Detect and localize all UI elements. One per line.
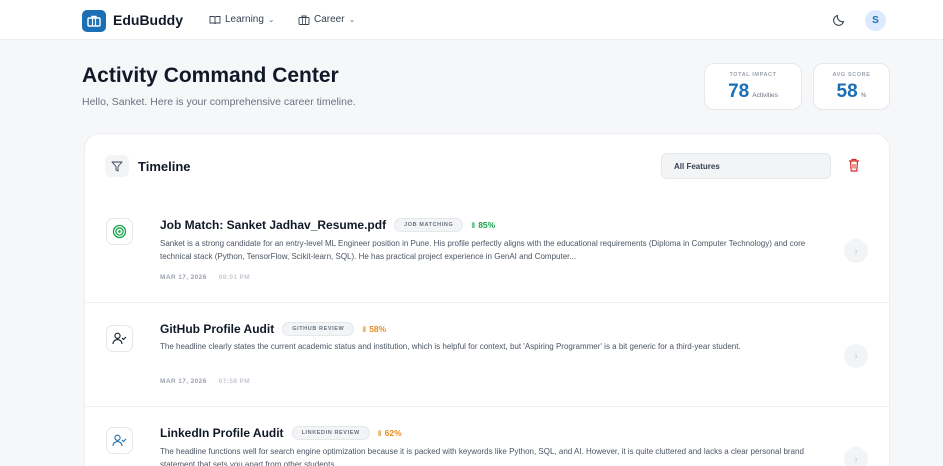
stat-label: TOTAL IMPACT: [729, 72, 777, 78]
stat-card-avg-score: AVG SCORE 58%: [813, 63, 890, 110]
item-score: ▮ 58%: [362, 324, 386, 334]
item-date: MAR 17, 2026: [160, 378, 207, 385]
target-icon: [106, 218, 133, 245]
avatar[interactable]: S: [865, 10, 886, 31]
logo-icon[interactable]: [82, 10, 106, 32]
feature-filter-select[interactable]: All Features: [661, 153, 831, 179]
item-time: 08:01 PM: [218, 274, 251, 281]
item-title-row: Job Match: Sanket Jadhav_Resume.pdf JOB …: [160, 218, 495, 232]
item-description: The headline clearly states the current …: [160, 342, 741, 351]
briefcase-icon: [298, 15, 310, 25]
stat-label: AVG SCORE: [832, 72, 871, 78]
item-title-row: LinkedIn Profile Audit LINKEDIN REVIEW ▮…: [160, 426, 402, 440]
stat-unit: Activities: [752, 92, 778, 99]
item-description: Sanket is a strong candidate for an entr…: [160, 239, 806, 261]
item-date: MAR 17, 2026: [160, 274, 207, 281]
chevron-right-icon[interactable]: ›: [844, 239, 868, 263]
page-title: Activity Command Center: [82, 64, 339, 87]
stat-card-total-impact: TOTAL IMPACT 78 Activities: [704, 63, 802, 110]
item-score-value: 62%: [384, 428, 402, 438]
item-title: Job Match: Sanket Jadhav_Resume.pdf: [160, 218, 387, 232]
nav-learning-label: Learning: [225, 14, 264, 25]
chevron-down-icon: ⌄: [267, 15, 275, 24]
item-title: LinkedIn Profile Audit: [160, 426, 284, 440]
trash-icon[interactable]: [847, 157, 861, 173]
top-navbar: EduBuddy Learning ⌄ Career ⌄ S: [0, 0, 943, 40]
item-tag: JOB MATCHING: [394, 218, 464, 232]
item-score: ▮ 62%: [378, 428, 402, 438]
item-title-row: GitHub Profile Audit GITHUB REVIEW ▮ 58%: [160, 322, 386, 336]
item-score: ▮ 85%: [471, 220, 495, 230]
item-time: 07:58 PM: [218, 378, 251, 385]
brand-name[interactable]: EduBuddy: [113, 12, 183, 28]
filter-icon[interactable]: [105, 155, 129, 177]
timeline-item-linkedin-audit[interactable]: LinkedIn Profile Audit LINKEDIN REVIEW ▮…: [85, 406, 889, 466]
stat-value-row: 58%: [814, 81, 889, 103]
chevron-down-icon: ⌄: [348, 15, 356, 24]
chevron-right-icon[interactable]: ›: [844, 447, 868, 466]
page-subtitle: Hello, Sanket. Here is your comprehensiv…: [82, 96, 356, 108]
timeline-item-job-match[interactable]: Job Match: Sanket Jadhav_Resume.pdf JOB …: [85, 199, 889, 302]
nav-career-label: Career: [314, 14, 345, 25]
nav-career[interactable]: Career ⌄: [298, 14, 355, 25]
nav-learning[interactable]: Learning ⌄: [209, 14, 275, 25]
stat-value: 78: [728, 81, 750, 102]
item-score-value: 85%: [478, 220, 496, 230]
item-tag: LINKEDIN REVIEW: [291, 426, 370, 440]
bar-chart-icon: ▮: [471, 222, 476, 229]
item-timestamp: MAR 17, 2026 07:58 PM: [160, 378, 250, 385]
item-score-value: 58%: [369, 324, 387, 334]
stat-unit: %: [860, 92, 867, 99]
stat-value-row: 78 Activities: [705, 81, 801, 103]
stat-value: 58: [836, 81, 858, 102]
moon-icon[interactable]: [832, 11, 848, 27]
item-tag: GITHUB REVIEW: [282, 322, 355, 336]
user-check-icon: [106, 427, 133, 454]
timeline-title: Timeline: [138, 159, 191, 174]
timeline-item-github-audit[interactable]: GitHub Profile Audit GITHUB REVIEW ▮ 58% …: [85, 302, 889, 406]
user-check-icon: [106, 325, 133, 352]
bar-chart-icon: ▮: [362, 326, 367, 333]
chevron-right-icon[interactable]: ›: [844, 344, 868, 368]
item-timestamp: MAR 17, 2026 08:01 PM: [160, 274, 250, 281]
bar-chart-icon: ▮: [377, 430, 382, 437]
book-open-icon: [209, 15, 221, 24]
timeline-panel: Timeline All Features Job Match: Sanket …: [84, 133, 890, 466]
item-description: The headline functions well for search e…: [160, 447, 804, 466]
item-title: GitHub Profile Audit: [160, 322, 275, 336]
